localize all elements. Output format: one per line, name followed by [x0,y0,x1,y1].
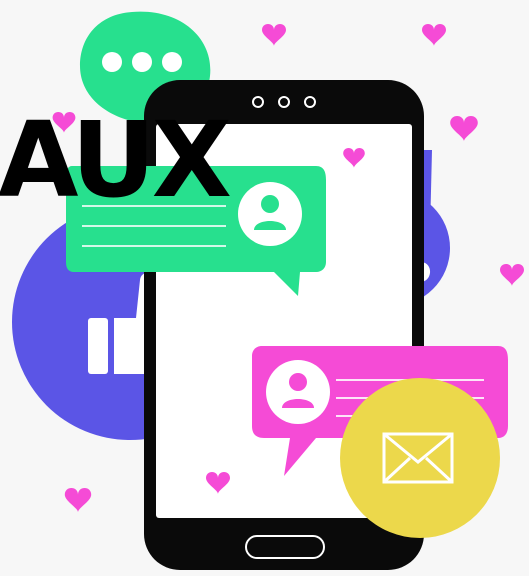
heart-icon [422,24,446,46]
heart-icon [64,488,92,513]
heart-icon [500,264,524,286]
heart-icon [262,24,286,46]
heart-icon [450,116,478,142]
chat-typing-icon [102,52,182,72]
headline-text: AUX [0,99,232,221]
illustration [12,11,524,570]
envelope-bubble [340,378,500,538]
